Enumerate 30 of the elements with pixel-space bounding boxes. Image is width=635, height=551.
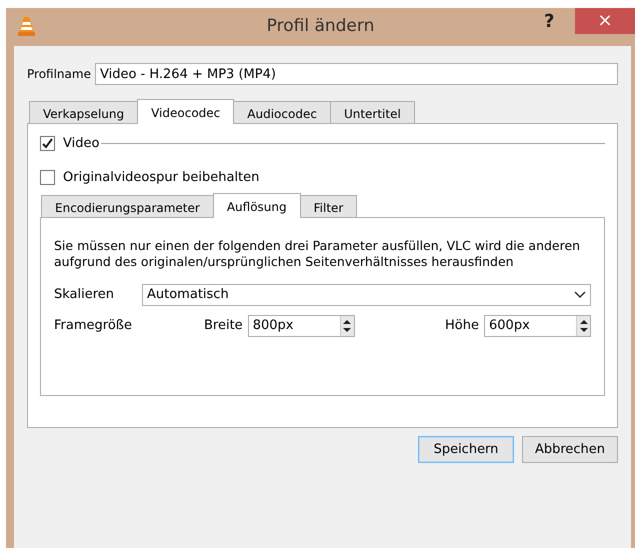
height-spinbox[interactable]: 600px (484, 315, 591, 337)
hint-text: Sie müssen nur einen der folgenden drei Parameter ausfüllen, VLC wird die anderen aufgrund des originalen/ursprünglichen Seitenverhältnisses herausfinden (54, 238, 582, 270)
keep-original-label: Originalvideospur beibehalten (63, 168, 260, 186)
close-button[interactable]: × (575, 8, 635, 34)
scale-label: Skalieren (54, 286, 116, 304)
keep-original-checkbox[interactable] (40, 170, 55, 185)
tab[interactable]: Untertitel (330, 101, 415, 123)
video-label: Video (63, 135, 100, 153)
height-label: Höhe (445, 317, 479, 336)
tab[interactable]: Audiocodec (233, 101, 331, 123)
save-button[interactable]: Speichern (418, 436, 514, 463)
spin-arrows-icon (340, 316, 354, 336)
chevron-down-icon (574, 291, 586, 299)
scale-dropdown[interactable]: Automatisch (142, 284, 591, 306)
tab[interactable]: Verkapselung (29, 101, 138, 123)
tab[interactable]: Videocodec (137, 99, 234, 124)
profile-name-field[interactable]: Video - H.264 + MP3 (MP4) (94, 63, 618, 85)
cancel-button[interactable]: Abbrechen (522, 436, 618, 463)
spin-arrows-icon (576, 316, 590, 336)
window-title: Profil ändern (266, 15, 374, 38)
width-label: Breite (204, 317, 243, 336)
frame-size-label: Framegröße (54, 317, 133, 336)
tab[interactable]: Auflösung (212, 193, 301, 218)
tab[interactable]: Encodierungsparameter (41, 195, 214, 217)
traffic-cone-icon (18, 16, 35, 36)
video-checkbox[interactable] (40, 136, 55, 152)
width-spinbox[interactable]: 800px (248, 315, 355, 337)
help-button[interactable]: ? (544, 8, 554, 35)
profile-name-label: Profilname (27, 66, 91, 83)
tab[interactable]: Filter (300, 195, 358, 217)
